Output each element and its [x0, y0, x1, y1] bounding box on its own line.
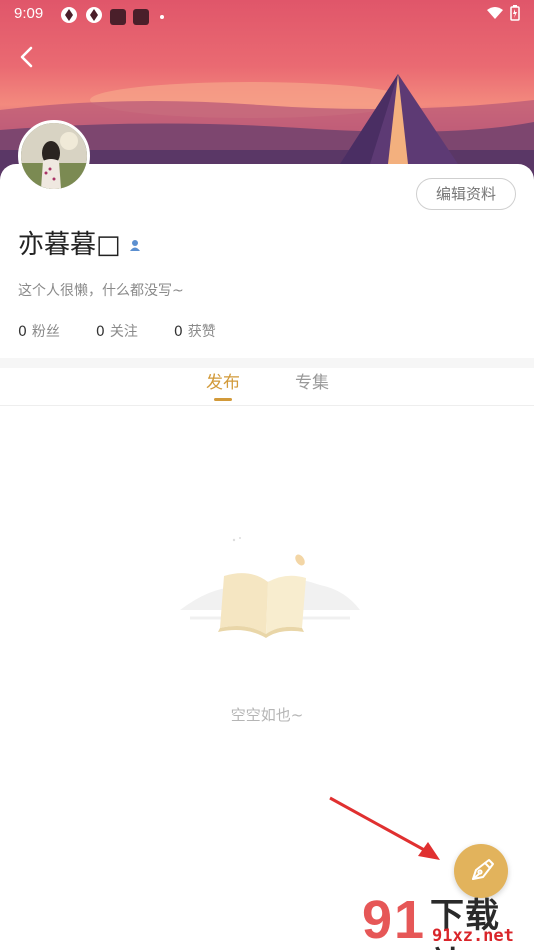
battery-icon	[510, 5, 520, 25]
open-book-icon	[180, 537, 360, 638]
section-divider	[0, 358, 534, 368]
site-watermark: 9 1 下载站 91xz.net	[360, 886, 534, 950]
avatar[interactable]	[18, 120, 90, 192]
app-notification-icon	[60, 6, 78, 28]
annotation-arrow	[329, 796, 440, 860]
back-button[interactable]	[14, 44, 40, 70]
bio-text: 这个人很懒，什么都没写~	[18, 283, 184, 299]
svg-text:9: 9	[362, 890, 392, 950]
watermark-logo: 9 1	[362, 890, 424, 950]
content-tabs: 发布 专集	[0, 368, 534, 406]
more-notifications-dot	[160, 15, 164, 19]
wifi-icon	[486, 6, 504, 24]
empty-state-illustration	[180, 530, 360, 650]
status-bar: 9:09	[0, 0, 534, 28]
app-notification-icon	[85, 6, 103, 28]
user-icon	[129, 228, 141, 258]
svg-text:1: 1	[394, 890, 424, 950]
profile-stats: 0 粉丝 0 关注 0 获赞	[18, 321, 252, 341]
stat-following[interactable]: 0 关注	[96, 321, 138, 341]
chevron-left-icon	[20, 46, 33, 68]
username: 亦暮暮□	[18, 230, 121, 260]
notification-icons	[60, 6, 164, 28]
app-notification-icon	[133, 9, 149, 25]
active-tab-indicator	[214, 398, 232, 401]
watermark-url: 91xz.net	[432, 926, 514, 946]
username-row: 亦暮暮□	[18, 224, 141, 261]
system-status-icons	[486, 5, 520, 25]
tab-collection[interactable]: 专集	[295, 368, 329, 393]
stat-label: 关注	[109, 324, 138, 340]
stat-followers[interactable]: 0 粉丝	[18, 321, 60, 341]
stat-likes[interactable]: 0 获赞	[174, 321, 216, 341]
edit-profile-button[interactable]: 编辑资料	[416, 178, 516, 210]
stat-value: 0	[18, 324, 27, 340]
app-notification-icon	[110, 9, 126, 25]
stat-value: 0	[173, 324, 183, 340]
profile-card: 编辑资料 亦暮暮□ 这个人很懒，什么都没写~ 0 粉丝 0 关注 0 获赞	[0, 164, 534, 358]
stat-label: 粉丝	[31, 324, 60, 340]
stat-label: 获赞	[187, 324, 216, 340]
stat-value: 0	[95, 324, 105, 340]
empty-state-text: 空空如也~	[230, 706, 304, 724]
avatar-image	[21, 123, 87, 189]
tab-publish[interactable]: 发布	[206, 368, 240, 393]
status-time: 9:09	[14, 5, 44, 22]
